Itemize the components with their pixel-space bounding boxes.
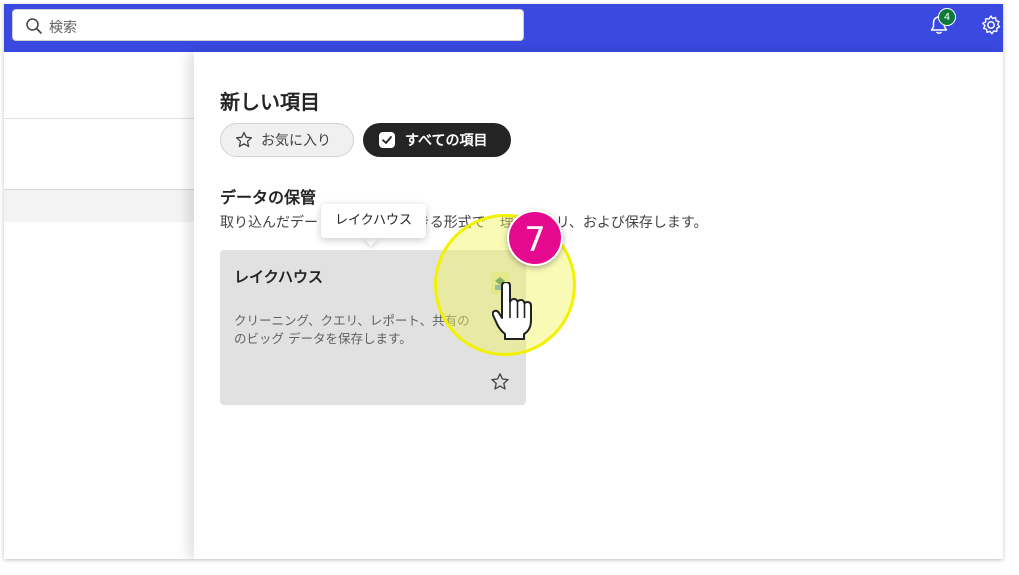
background-pane — [4, 52, 194, 559]
search-icon — [26, 18, 42, 34]
all-items-filter-button[interactable]: すべての項目 — [363, 123, 511, 157]
gear-icon[interactable] — [980, 14, 1002, 36]
app-window: 検索 4 新しい項目 お気に入り すべての項目 データの保管 取り込んだデー 得… — [4, 4, 1003, 559]
divider — [4, 118, 194, 119]
star-icon — [235, 131, 253, 148]
background-row — [4, 190, 194, 222]
notification-badge: 4 — [938, 8, 956, 26]
step-number-badge: 7 — [507, 210, 563, 266]
section-title: データの保管 — [220, 188, 317, 207]
search-placeholder: 検索 — [49, 20, 77, 36]
favorites-filter-button[interactable]: お気に入り — [220, 123, 354, 157]
tooltip: レイクハウス — [321, 204, 426, 238]
new-item-panel: 新しい項目 お気に入り すべての項目 データの保管 取り込んだデー 得できる形式… — [194, 52, 1003, 559]
all-items-filter-label: すべての項目 — [405, 133, 488, 149]
search-box[interactable]: 検索 — [12, 9, 524, 41]
star-icon[interactable] — [490, 372, 510, 392]
favorites-filter-label: お気に入り — [261, 133, 331, 149]
panel-title: 新しい項目 — [220, 90, 320, 114]
checkbox-icon — [379, 132, 395, 148]
top-bar: 検索 4 — [4, 4, 1003, 52]
card-title: レイクハウス — [234, 268, 323, 286]
hand-cursor-icon — [492, 282, 532, 340]
